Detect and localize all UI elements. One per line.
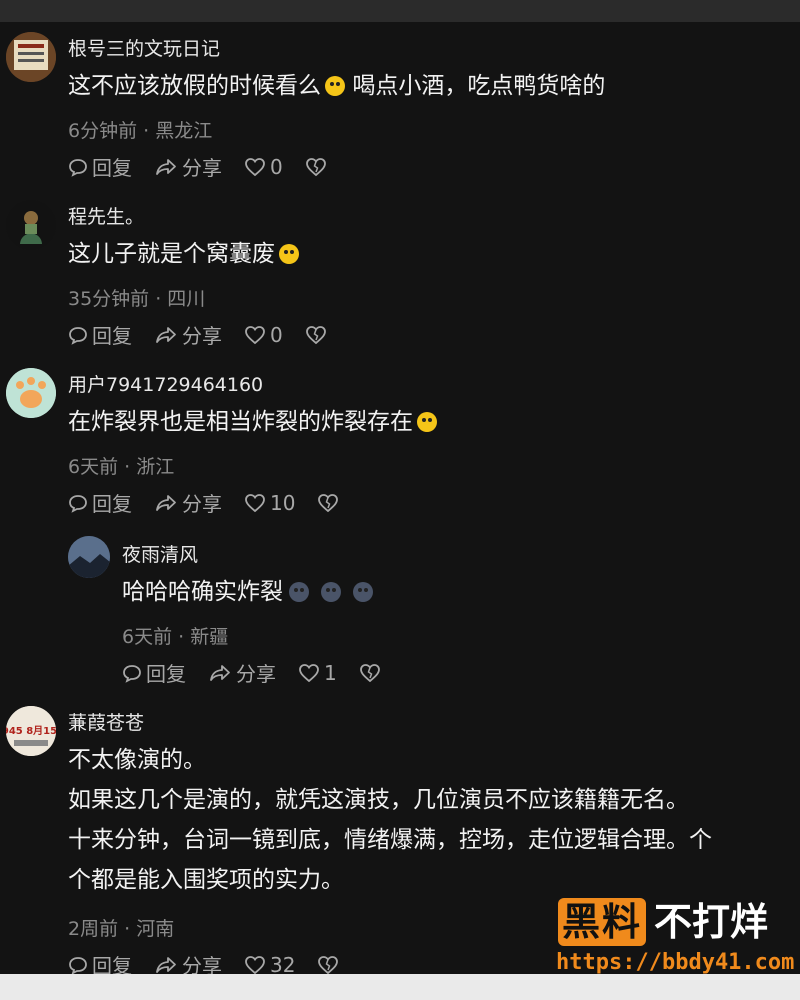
dislike-button[interactable]	[317, 955, 343, 975]
emoji-icon	[325, 76, 345, 96]
share-button[interactable]: 分享	[154, 950, 222, 974]
share-button[interactable]: 分享	[154, 320, 222, 349]
emoji-icon	[417, 412, 437, 432]
reply-button[interactable]: 回复	[68, 320, 132, 349]
avatar[interactable]	[6, 368, 56, 418]
reply-icon	[69, 956, 87, 974]
emoji-icon	[353, 582, 373, 602]
reply-icon	[69, 326, 87, 345]
heart-icon	[299, 663, 319, 682]
top-bar	[0, 0, 800, 22]
dislike-button[interactable]	[317, 493, 343, 513]
avatar[interactable]	[6, 32, 56, 82]
share-button[interactable]: 分享	[208, 658, 276, 687]
avatar[interactable]: 1945 8月15日	[6, 706, 56, 756]
username[interactable]: 夜雨清风	[122, 540, 198, 567]
emoji-icon	[289, 582, 309, 602]
share-icon	[156, 494, 176, 511]
like-button[interactable]: 1	[298, 661, 337, 685]
username[interactable]: 用户7941729464160	[68, 370, 263, 397]
dislike-button[interactable]	[305, 325, 331, 345]
heart-icon	[245, 955, 265, 974]
comment-line: 不太像演的。	[68, 747, 206, 773]
comment-meta: 6分钟前 · 黑龙江	[68, 120, 213, 142]
comment-meta: 2周前 · 河南	[68, 918, 175, 940]
heart-icon	[245, 493, 265, 512]
heart-icon	[245, 157, 265, 176]
broken-heart-icon	[305, 325, 326, 344]
comment-text: 这不应该放假的时候看么 喝点小酒，吃点鸭货啥的	[68, 73, 606, 99]
comment-meta: 35分钟前 · 四川	[68, 288, 206, 310]
action-row: 回复 分享 0	[68, 152, 353, 181]
share-icon	[156, 326, 176, 343]
dislike-button[interactable]	[305, 157, 331, 177]
reply-icon	[123, 664, 141, 683]
username[interactable]: 蒹葭苍苍	[68, 708, 144, 735]
share-button[interactable]: 分享	[154, 152, 222, 181]
username[interactable]: 根号三的文玩日记	[68, 34, 220, 61]
reply-icon	[69, 494, 87, 513]
broken-heart-icon	[359, 663, 380, 682]
reply-icon	[69, 158, 87, 177]
like-button[interactable]: 10	[244, 491, 295, 515]
comment-text: 这儿子就是个窝囊废	[68, 234, 299, 274]
emoji-icon	[279, 244, 299, 264]
username[interactable]: 程先生。	[68, 202, 144, 229]
avatar-year-text: 1945 8月15日	[6, 725, 56, 737]
comment-meta: 6天前 · 浙江	[68, 456, 175, 478]
like-button[interactable]: 0	[244, 155, 283, 179]
share-icon	[156, 158, 176, 175]
reply-button[interactable]: 回复	[122, 658, 186, 687]
dislike-button[interactable]	[359, 663, 385, 683]
watermark-badge: 黑料	[558, 898, 646, 946]
share-icon	[156, 956, 176, 973]
emoji-icon	[321, 582, 341, 602]
action-row: 回复 分享 10	[68, 488, 365, 517]
broken-heart-icon	[305, 157, 326, 176]
comment-text: 哈哈哈确实炸裂	[122, 572, 373, 612]
reply-button[interactable]: 回复	[68, 488, 132, 517]
action-row: 回复 分享 1	[122, 658, 407, 687]
action-row: 回复 分享 0	[68, 320, 353, 349]
heart-icon	[245, 325, 265, 344]
action-row: 回复 分享 32	[68, 950, 365, 974]
broken-heart-icon	[318, 493, 339, 512]
avatar[interactable]	[6, 200, 56, 250]
avatar[interactable]	[68, 536, 110, 578]
comment-line: 个都是能入围奖项的实力。	[68, 867, 344, 893]
comment-meta: 6天前 · 新疆	[122, 626, 229, 648]
like-button[interactable]: 0	[244, 323, 283, 347]
watermark-text: 不打烊	[654, 900, 769, 944]
bottom-strip	[0, 974, 800, 1000]
like-button[interactable]: 32	[244, 953, 295, 974]
share-icon	[210, 664, 230, 681]
comment-line: 十来分钟，台词一镜到底，情绪爆满，控场，走位逻辑合理。个	[68, 827, 712, 853]
reply-button[interactable]: 回复	[68, 950, 132, 974]
comment-line: 如果这几个是演的，就凭这演技，几位演员不应该籍籍无名。	[68, 787, 689, 813]
watermark-url: https://bbdy41.com	[556, 950, 795, 975]
comment-text: 在炸裂界也是相当炸裂的炸裂存在	[68, 402, 437, 442]
share-button[interactable]: 分享	[154, 488, 222, 517]
comment-panel: 根号三的文玩日记 这不应该放假的时候看么 喝点小酒，吃点鸭货啥的 6分钟前 · …	[0, 22, 800, 974]
reply-button[interactable]: 回复	[68, 152, 132, 181]
broken-heart-icon	[318, 955, 339, 974]
